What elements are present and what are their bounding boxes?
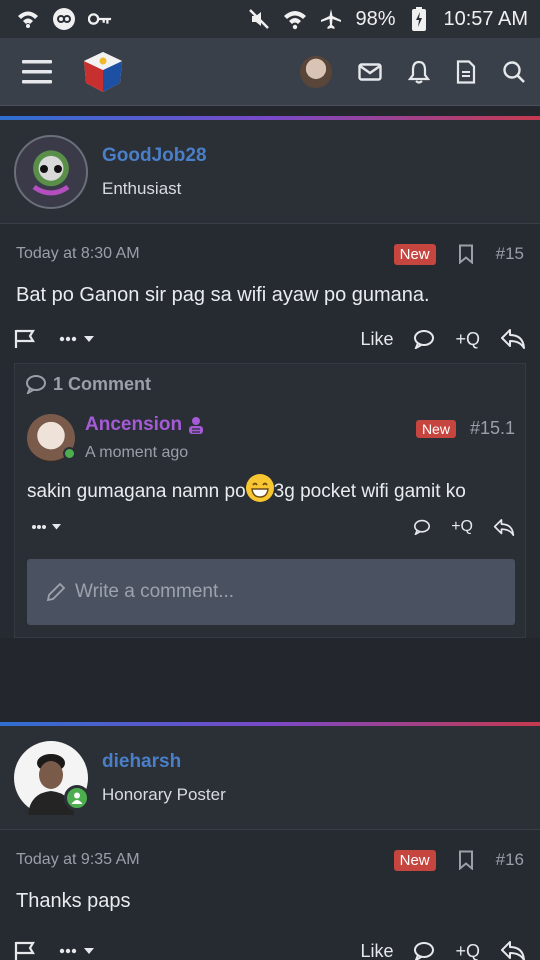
new-badge: New <box>393 849 436 871</box>
comment-icon[interactable] <box>413 329 435 349</box>
like-button[interactable]: Like <box>360 329 393 350</box>
post-actions: Like +Q <box>0 315 540 363</box>
comment-item: Ancension A moment ago New #15.1 sakin g… <box>15 404 525 547</box>
post-user-bar: dieharsh Honorary Poster <box>0 726 540 830</box>
comment-number[interactable]: #15.1 <box>470 418 515 439</box>
post-number[interactable]: #15 <box>496 244 524 264</box>
poster-username[interactable]: GoodJob28 <box>102 145 207 167</box>
comments-count: 1 Comment <box>53 373 152 394</box>
post-meta: Today at 8:30 AM New #15 <box>0 224 540 284</box>
comment-icon[interactable] <box>413 519 431 535</box>
user-avatar[interactable] <box>300 55 332 88</box>
poster-title: Enthusiast <box>102 178 182 198</box>
post-user-bar: GoodJob28 Enthusiast <box>0 120 540 224</box>
mail-icon[interactable] <box>358 62 382 81</box>
wifi-icon <box>283 8 307 30</box>
comment-actions: +Q <box>27 507 515 547</box>
poster-username[interactable]: dieharsh <box>102 751 226 773</box>
post-body: Thanks paps <box>16 890 131 912</box>
post-number[interactable]: #16 <box>496 850 524 870</box>
post-15: GoodJob28 Enthusiast Today at 8:30 AM Ne… <box>0 116 540 638</box>
comment-time[interactable]: A moment ago <box>85 444 206 462</box>
reply-icon[interactable] <box>500 328 526 350</box>
mute-icon <box>247 8 271 30</box>
new-badge: New <box>415 419 456 438</box>
more-options-icon[interactable] <box>58 334 98 344</box>
comment-body: sakin gumagana namn po 3g pocket wifi ga… <box>27 474 515 507</box>
post-timestamp[interactable]: Today at 8:30 AM <box>16 245 140 263</box>
report-flag-icon[interactable] <box>14 329 36 349</box>
clock: 10:57 AM <box>443 7 528 30</box>
post-actions: Like +Q <box>0 927 540 960</box>
user-group-icon <box>186 415 206 435</box>
comment-placeholder: Write a comment... <box>75 581 235 602</box>
poster-avatar[interactable] <box>14 740 90 815</box>
post-meta: Today at 9:35 AM New #16 <box>0 830 540 890</box>
key-icon <box>88 8 112 30</box>
battery-charging-icon <box>407 7 431 31</box>
search-icon[interactable] <box>502 60 526 84</box>
battery-percent: 98% <box>355 7 396 30</box>
post-16: dieharsh Honorary Poster Today at 9:35 A… <box>0 722 540 960</box>
reply-icon[interactable] <box>500 940 526 960</box>
new-badge: New <box>393 243 436 265</box>
bookmark-icon[interactable] <box>458 244 474 264</box>
online-status-icon <box>64 784 90 811</box>
poster-title: Honorary Poster <box>102 784 226 804</box>
post-timestamp[interactable]: Today at 9:35 AM <box>16 851 140 869</box>
comment-bubble-icon <box>25 374 47 394</box>
bookmark-icon[interactable] <box>458 850 474 870</box>
grinning-emoji-icon <box>245 474 274 502</box>
poster-avatar[interactable] <box>14 134 88 209</box>
status-bar: 98% 10:57 AM <box>0 0 540 38</box>
quote-button[interactable]: +Q <box>455 941 480 960</box>
like-button[interactable]: Like <box>360 941 393 960</box>
link-icon <box>52 8 76 30</box>
app-header <box>0 38 540 106</box>
bell-icon[interactable] <box>408 60 430 84</box>
quote-button[interactable]: +Q <box>451 518 473 536</box>
comment-icon[interactable] <box>413 941 435 960</box>
wifi-calling-icon <box>16 8 40 30</box>
comments-box: 1 Comment Ancension A moment ago New #15… <box>14 363 526 638</box>
document-icon[interactable] <box>456 59 476 84</box>
commenter-username[interactable]: Ancension <box>85 414 182 436</box>
post-body: Bat po Ganon sir pag sa wifi ayaw po gum… <box>16 284 430 306</box>
comments-header: 1 Comment <box>15 364 525 404</box>
site-logo[interactable] <box>80 49 126 95</box>
hamburger-menu-icon[interactable] <box>22 59 52 85</box>
comment-input[interactable]: Write a comment... <box>27 559 515 625</box>
report-flag-icon[interactable] <box>14 941 36 960</box>
quote-button[interactable]: +Q <box>455 329 480 350</box>
commenter-avatar[interactable] <box>27 414 76 462</box>
airplane-mode-icon <box>319 8 343 30</box>
more-options-icon[interactable] <box>58 946 98 956</box>
online-status-dot <box>63 447 76 460</box>
reply-icon[interactable] <box>493 518 515 537</box>
pencil-icon <box>45 581 67 603</box>
more-options-icon[interactable] <box>31 522 65 532</box>
